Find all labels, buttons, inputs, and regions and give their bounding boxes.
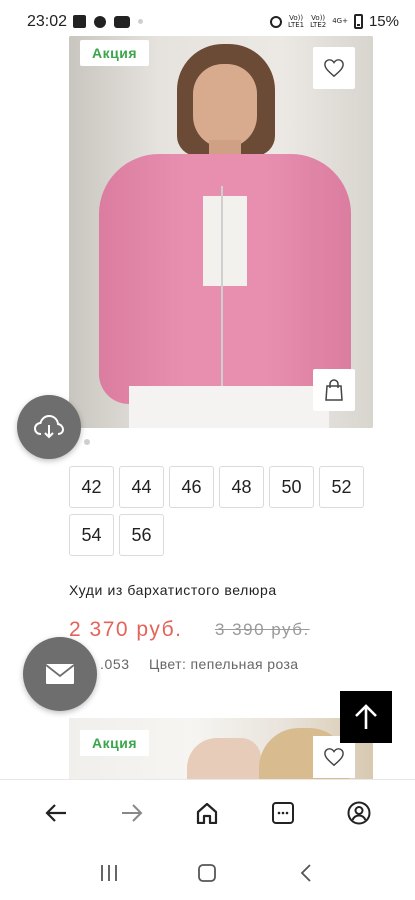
notification-icons bbox=[73, 15, 143, 28]
system-back-button[interactable] bbox=[286, 853, 326, 893]
tabs-icon bbox=[272, 801, 295, 824]
add-to-cart-button[interactable] bbox=[313, 369, 355, 411]
sim2-label: Vo)) LTE2 bbox=[310, 13, 327, 29]
mail-icon bbox=[45, 664, 75, 684]
photo-notification-icon bbox=[73, 15, 86, 28]
network-label: 4G+ bbox=[332, 17, 348, 25]
size-option[interactable]: 42 bbox=[69, 466, 114, 508]
scroll-to-top-button[interactable] bbox=[340, 691, 392, 743]
pagination-dot[interactable] bbox=[84, 439, 90, 445]
product-color: Цвет: пепельная роза bbox=[149, 656, 299, 672]
home-square-icon bbox=[198, 863, 217, 882]
size-option[interactable]: 46 bbox=[169, 466, 214, 508]
arrow-right-icon bbox=[121, 803, 143, 822]
home-button[interactable] bbox=[187, 793, 227, 833]
cloud-download-icon bbox=[33, 414, 65, 439]
size-option[interactable]: 52 bbox=[319, 466, 364, 508]
profile-icon bbox=[347, 801, 371, 824]
system-home-button[interactable] bbox=[187, 853, 227, 893]
browser-toolbar bbox=[0, 779, 415, 845]
status-bar: 23:02 Vo)) LTE1 Vo)) LTE2 4G+ 15% bbox=[0, 0, 415, 40]
hoodie-zipper bbox=[221, 186, 223, 396]
profile-button[interactable] bbox=[339, 793, 379, 833]
white-pants bbox=[129, 386, 329, 428]
battery-icon bbox=[353, 14, 363, 29]
white-top bbox=[203, 196, 247, 286]
forward-button[interactable] bbox=[112, 793, 152, 833]
article-number: .053 bbox=[100, 656, 130, 672]
size-option[interactable]: 44 bbox=[119, 466, 164, 508]
sale-badge: Акция bbox=[80, 40, 149, 66]
model-face bbox=[193, 64, 257, 148]
home-icon bbox=[197, 802, 218, 824]
size-selector: 42 44 46 48 50 52 54 56 bbox=[69, 466, 369, 557]
tabs-button[interactable] bbox=[263, 793, 303, 833]
size-option[interactable]: 50 bbox=[269, 466, 314, 508]
status-right: Vo)) LTE1 Vo)) LTE2 4G+ 15% bbox=[270, 13, 399, 30]
size-option[interactable]: 54 bbox=[69, 514, 114, 556]
youtube-notification-icon bbox=[114, 15, 130, 28]
recent-apps-button[interactable] bbox=[89, 853, 129, 893]
size-option[interactable]: 56 bbox=[119, 514, 164, 556]
arrow-left-icon bbox=[45, 803, 66, 822]
back-button[interactable] bbox=[36, 793, 76, 833]
shopping-bag-icon bbox=[325, 379, 343, 401]
old-price: 3 390 руб. bbox=[215, 620, 310, 639]
product-image[interactable]: Акция bbox=[69, 36, 373, 428]
system-navigation bbox=[0, 845, 415, 900]
product-image-2[interactable]: Акция bbox=[69, 718, 373, 788]
sim1-label: Vo)) LTE1 bbox=[288, 13, 305, 29]
heart-icon bbox=[324, 59, 344, 78]
mail-fab[interactable] bbox=[23, 637, 97, 711]
product-title[interactable]: Худи из бархатистого велюра bbox=[69, 582, 277, 598]
chevron-left-icon bbox=[300, 863, 311, 882]
size-option[interactable]: 48 bbox=[219, 466, 264, 508]
recent-apps-icon bbox=[101, 864, 118, 881]
alarm-icon bbox=[270, 15, 283, 28]
heart-icon bbox=[324, 748, 344, 767]
status-time: 23:02 bbox=[27, 13, 68, 30]
download-fab[interactable] bbox=[17, 395, 81, 459]
sale-badge-2: Акция bbox=[80, 730, 149, 756]
favorite-button[interactable] bbox=[313, 47, 355, 89]
alert-notification-icon bbox=[94, 15, 106, 28]
more-notifications-icon bbox=[138, 19, 143, 24]
arrow-up-icon bbox=[355, 704, 377, 729]
sale-price: 2 370 руб. bbox=[69, 618, 183, 641]
battery-percent: 15% bbox=[368, 13, 399, 30]
